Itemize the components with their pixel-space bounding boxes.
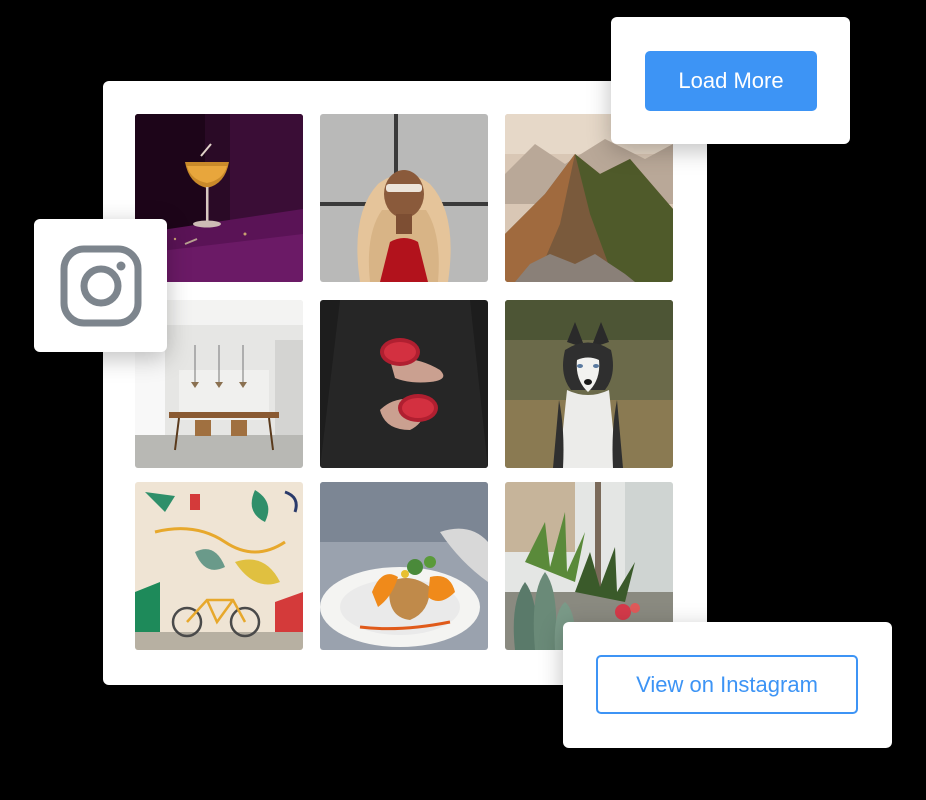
load-more-card: Load More (611, 17, 850, 144)
feed-photo-portrait[interactable] (320, 114, 488, 282)
plated-food-photo (320, 482, 488, 650)
instagram-icon (60, 245, 141, 326)
view-on-instagram-card: View on Instagram (563, 622, 892, 748)
feed-photo-hands[interactable] (320, 300, 488, 468)
husky-photo (505, 300, 673, 468)
load-more-button[interactable]: Load More (645, 51, 817, 111)
mural-bicycle-photo (135, 482, 303, 650)
portrait-photo (320, 114, 488, 282)
feed-photo-mural-bicycle[interactable] (135, 482, 303, 650)
instagram-feed-card (103, 81, 707, 685)
feed-photo-plated-food[interactable] (320, 482, 488, 650)
hands-photo (320, 300, 488, 468)
view-on-instagram-button[interactable]: View on Instagram (596, 655, 858, 714)
instagram-logo-card (34, 219, 167, 352)
feed-photo-husky[interactable] (505, 300, 673, 468)
